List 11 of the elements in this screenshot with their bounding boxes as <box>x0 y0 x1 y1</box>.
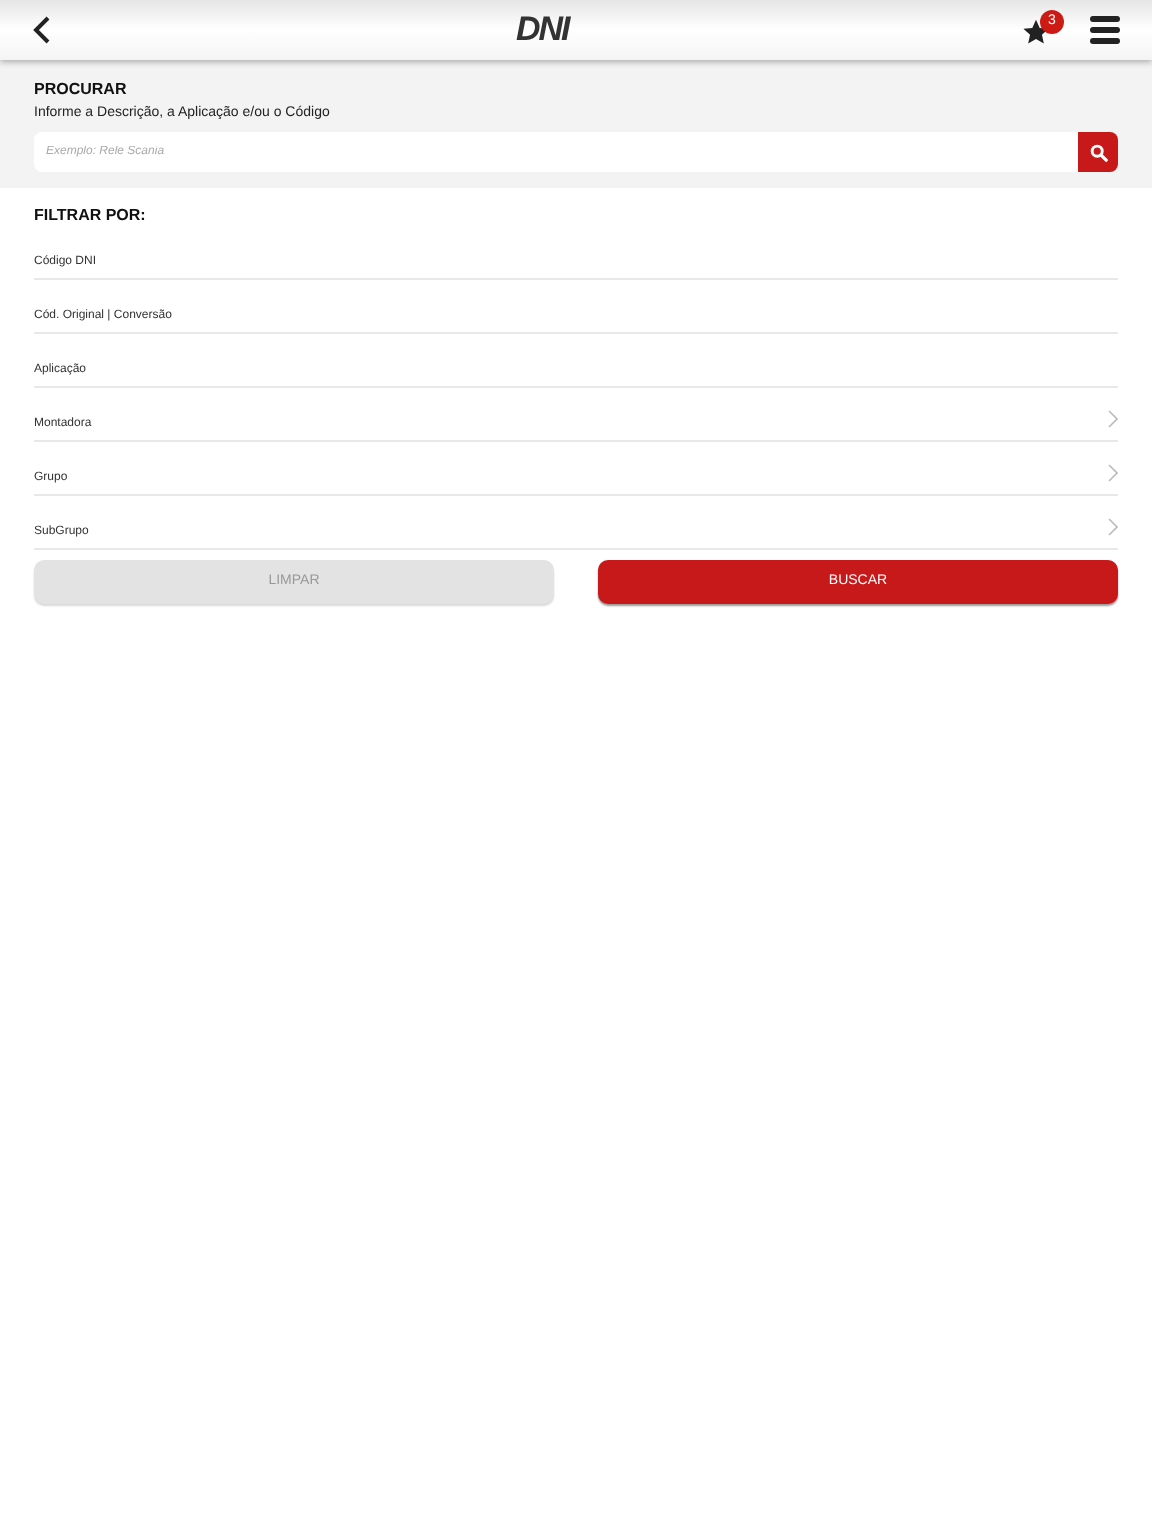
chevron-right-icon <box>1108 518 1118 536</box>
section-title: FILTRAR POR: <box>34 206 148 226</box>
logo: DNI <box>516 10 569 50</box>
chevron-right-icon <box>1108 464 1118 482</box>
chevron-right-icon <box>1108 410 1118 428</box>
search-icon <box>1089 143 1107 161</box>
section-title: PROCURAR <box>34 80 129 100</box>
back-icon[interactable] <box>32 16 50 44</box>
menu-icon[interactable] <box>1090 16 1120 44</box>
star-icon[interactable] <box>1022 18 1050 46</box>
search-button[interactable] <box>1078 132 1118 172</box>
